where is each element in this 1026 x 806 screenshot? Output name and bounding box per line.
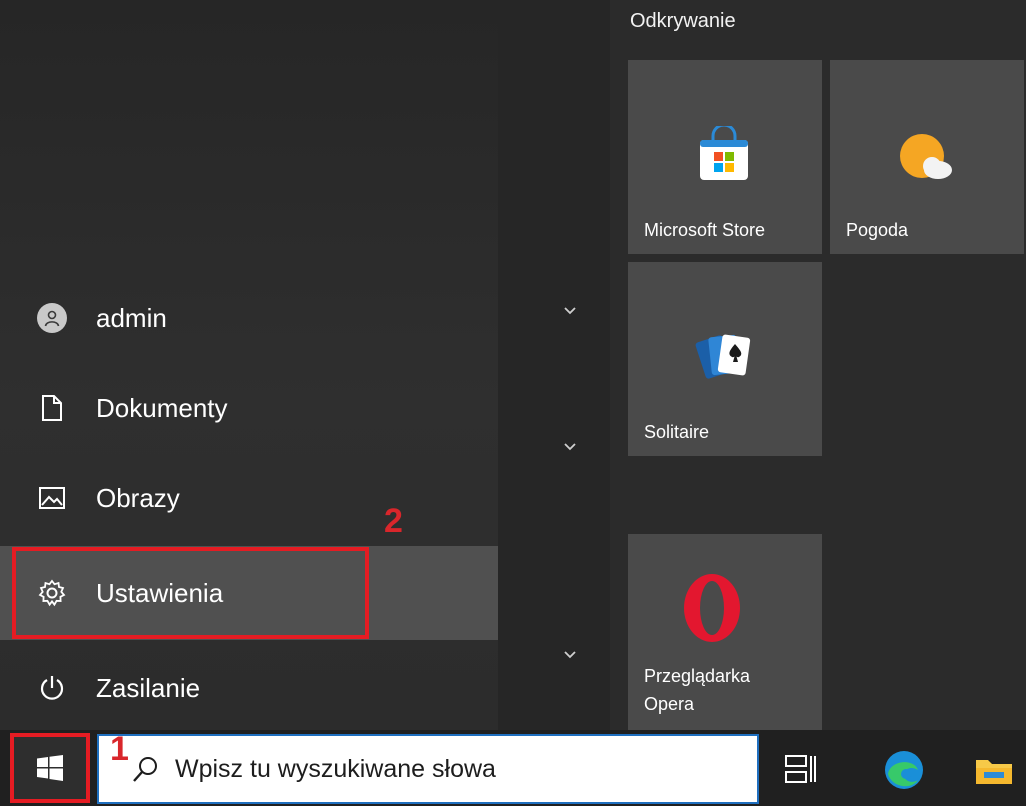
- tile-pogoda[interactable]: Pogoda: [830, 60, 1024, 254]
- nav-item-label: admin: [96, 302, 167, 333]
- tile-label: Pogoda: [846, 220, 909, 240]
- task-view-icon[interactable]: [778, 748, 822, 792]
- document-icon: [36, 392, 68, 424]
- settings-highlight-box: [12, 547, 369, 639]
- cards-icon: [695, 334, 751, 379]
- chevron-down-icon[interactable]: [561, 646, 579, 664]
- search-icon: [133, 757, 157, 782]
- power-icon: [36, 672, 68, 704]
- nav-item-dokumenty[interactable]: Dokumenty: [0, 366, 498, 450]
- tile-label-line2: Opera: [644, 694, 695, 714]
- search-placeholder: Wpisz tu wyszukiwane słowa: [175, 755, 496, 783]
- weather-sun-cloud-icon: [900, 134, 952, 179]
- tile-microsoft-store[interactable]: Microsoft Store: [628, 60, 822, 254]
- tile-opera[interactable]: Przeglądarka Opera: [628, 534, 822, 730]
- tile-label: Solitaire: [644, 422, 710, 442]
- user-avatar-icon: [36, 302, 68, 334]
- start-highlight-box: [10, 733, 90, 803]
- opera-icon: [684, 574, 740, 642]
- nav-item-admin[interactable]: admin: [0, 276, 498, 360]
- app-list-pane: [498, 0, 610, 730]
- step-number-1: 1: [110, 730, 129, 768]
- chevron-down-icon[interactable]: [561, 438, 579, 456]
- store-bag-icon: [700, 126, 748, 180]
- nav-item-obrazy[interactable]: Obrazy: [0, 456, 498, 540]
- nav-item-label: Dokumenty: [96, 392, 228, 423]
- picture-icon: [36, 482, 68, 514]
- tile-label: Microsoft Store: [644, 220, 766, 240]
- search-box[interactable]: Wpisz tu wyszukiwane słowa: [97, 734, 759, 804]
- edge-icon[interactable]: [882, 748, 926, 792]
- tile-group-title: Odkrywanie: [630, 10, 736, 32]
- chevron-down-icon[interactable]: [561, 302, 579, 320]
- file-explorer-icon[interactable]: [972, 748, 1016, 792]
- step-number-2: 2: [384, 502, 403, 540]
- nav-item-label: Zasilanie: [96, 672, 201, 703]
- tile-solitaire[interactable]: Solitaire: [628, 262, 822, 456]
- tile-label-line1: Przeglądarka: [644, 666, 751, 686]
- nav-item-label: Obrazy: [96, 482, 180, 513]
- nav-item-zasilanie[interactable]: Zasilanie: [0, 646, 498, 730]
